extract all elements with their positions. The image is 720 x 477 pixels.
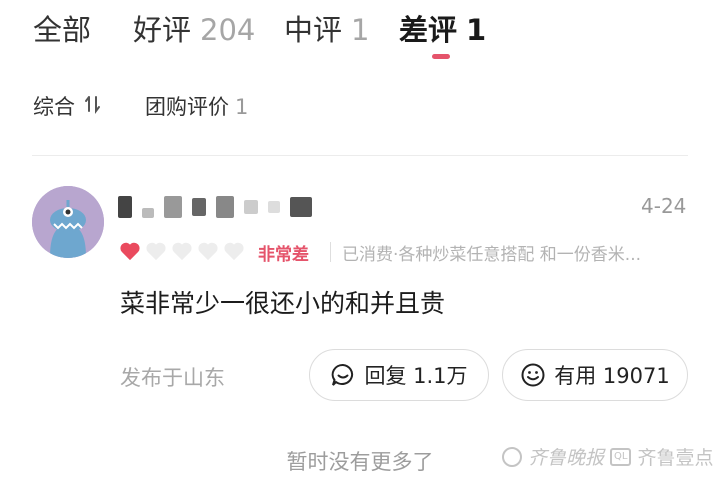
watermark: 齐鲁晚报 QL 齐鲁壹点 — [502, 443, 713, 470]
tab-negative[interactable]: 差评 1 — [399, 10, 486, 50]
reply-button[interactable]: 回复 1.1万 — [309, 349, 489, 401]
avatar[interactable] — [32, 186, 104, 258]
subtab-group-buy-reviews[interactable]: 团购评价 1 — [145, 92, 248, 122]
useful-label: 有用 19071 — [554, 364, 670, 388]
useful-button[interactable]: 有用 19071 — [502, 349, 688, 401]
heart-empty-icon — [145, 241, 167, 261]
consumption-info: 已消费·各种炒菜任意搭配 和一份香米... — [342, 245, 642, 265]
tab-label: 好评 — [133, 13, 192, 47]
divider — [32, 155, 688, 156]
tab-count: 1 — [466, 13, 487, 47]
tab-neutral[interactable]: 中评 1 — [284, 10, 369, 50]
tab-label: 中评 — [284, 13, 343, 47]
username-redacted — [118, 194, 388, 220]
watermark-logo-icon — [502, 446, 522, 467]
reply-label: 回复 1.1万 — [364, 364, 468, 388]
subtab-label: 综合 — [33, 95, 75, 119]
heart-filled-icon — [119, 241, 141, 261]
review-date: 4-24 — [641, 194, 687, 218]
watermark-text: 齐鲁晚报 — [528, 447, 605, 469]
tab-count: 1 — [351, 13, 370, 47]
tab-count: 204 — [200, 13, 256, 47]
watermark-badge-icon: QL — [610, 447, 632, 466]
tab-all[interactable]: 全部 — [33, 10, 91, 50]
divider — [330, 242, 331, 262]
subtab-count: 1 — [235, 95, 249, 119]
subtab-overall-sort[interactable]: 综合 — [33, 92, 102, 122]
heart-empty-icon — [197, 241, 219, 261]
review-content: 菜非常少一很还小的和并且贵 — [120, 289, 446, 318]
star-rating — [119, 241, 245, 261]
tab-label: 差评 — [399, 13, 458, 47]
sort-icon — [84, 92, 102, 122]
tab-label: 全部 — [33, 13, 92, 47]
avatar-creature-icon — [32, 186, 104, 258]
post-location: 发布于山东 — [120, 366, 225, 390]
active-tab-indicator — [432, 54, 450, 59]
subtab-label: 团购评价 — [145, 95, 229, 119]
heart-empty-icon — [171, 241, 193, 261]
rating-label: 非常差 — [258, 245, 309, 265]
heart-empty-icon — [223, 241, 245, 261]
smile-icon — [520, 362, 546, 388]
comment-icon — [330, 362, 356, 388]
watermark-brand: 齐鲁壹点 — [637, 447, 714, 469]
tab-positive[interactable]: 好评 204 — [133, 10, 255, 50]
